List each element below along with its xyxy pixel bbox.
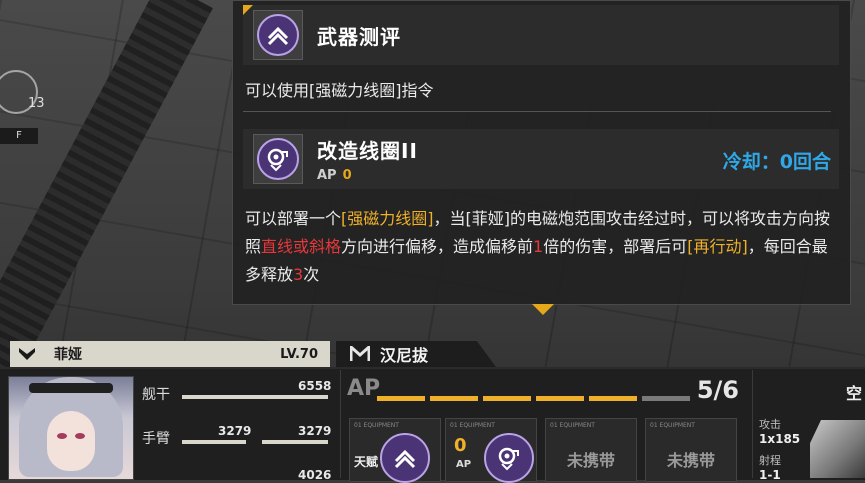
character-portrait[interactable] [8, 376, 134, 480]
slot-talent-label: 天赋 [354, 455, 379, 469]
desc-part: 可以部署一个 [245, 209, 342, 228]
desc-highlight-reaction: [再行动] [687, 237, 748, 256]
coil-target-icon [484, 433, 534, 483]
skill-header: 改造线圈II AP 0 冷却：0回合 [243, 129, 839, 189]
ap-segment [483, 396, 531, 401]
target-marker-tag: F [0, 128, 38, 144]
slot-ap-number: 0 [454, 435, 467, 456]
character-name: 菲娅 [54, 347, 82, 363]
weapon-review-description: 可以使用[强磁力线圈]指令 [245, 81, 434, 100]
stat-arm-bar-2 [262, 440, 328, 444]
stat-ship-label: 舰干 [142, 387, 170, 403]
stat-arm-value-2: 3279 [298, 424, 332, 438]
weapon-m-icon [350, 346, 370, 361]
map-target-marker[interactable]: 13 F [0, 66, 45, 146]
slot-ap-tag: AP [456, 459, 472, 470]
equipment-slot-3[interactable]: 01 EQUIPMENT 未携带 [545, 418, 637, 482]
stat-arm-label: 手臂 [142, 431, 170, 447]
corner-accent [243, 5, 253, 15]
skill-title-group: 改造线圈II AP 0 [317, 135, 418, 183]
slot-empty-label: 未携带 [666, 451, 715, 470]
range-value: 1-1 [759, 468, 781, 482]
weapon-name-bar[interactable]: 汉尼拔 [336, 341, 496, 367]
skill-ap-label: AP [317, 168, 337, 183]
ap-panel: AP 5/6 01 EQUIPMENT 天赋 01 EQUIPMENT 0 AP [340, 370, 747, 483]
ap-segment [377, 396, 425, 401]
portrait-eye [75, 433, 85, 439]
weapon-image [810, 420, 865, 478]
slot-tag: 01 EQUIPMENT [450, 422, 495, 429]
ap-segment-empty [642, 396, 690, 401]
desc-highlight-multiplier: 1 [533, 237, 544, 256]
weapon-name: 汉尼拔 [380, 346, 429, 365]
range-label: 射程 [759, 454, 781, 467]
desc-part: 倍的伤害，部署后可 [543, 237, 688, 256]
skill-icon-box [253, 134, 303, 184]
slot-tag: 01 EQUIPMENT [550, 422, 595, 429]
attack-label: 攻击 [759, 418, 781, 431]
stat-arm-value-1: 3279 [218, 424, 252, 438]
desc-highlight-direction: 直线或斜格 [261, 237, 342, 256]
portrait-face [47, 411, 95, 471]
desc-highlight-coil: [强磁力线圈] [341, 209, 434, 228]
desc-highlight-times: 3 [293, 265, 304, 284]
character-name-bar[interactable]: 菲娅 LV.70 [10, 341, 330, 367]
weapon-review-icon-box [253, 10, 303, 60]
skill-cooldown: 冷却：0回合 [722, 151, 831, 173]
stat-arm-bar-1 [182, 440, 246, 444]
ap-segment [536, 396, 584, 401]
ap-label: AP [347, 376, 381, 401]
target-marker-number: 13 [28, 96, 45, 111]
ap-count: 5/6 [696, 376, 739, 404]
faction-emblem-icon [10, 341, 44, 367]
skill-name: 改造线圈II [317, 139, 418, 163]
slot-empty-label: 未携带 [566, 451, 615, 470]
stat-ship-bar [182, 395, 328, 399]
coil-target-icon [257, 138, 299, 180]
slot-tag: 01 EQUIPMENT [650, 422, 695, 429]
equipment-slot-1[interactable]: 01 EQUIPMENT 天赋 [349, 418, 441, 483]
desc-part: 次 [303, 265, 320, 284]
chevron-up-icon [380, 433, 430, 483]
portrait-headband [29, 383, 113, 393]
stat-third-value: 4026 [298, 468, 332, 482]
panel-divider [243, 111, 831, 112]
equipment-slot-4[interactable]: 01 EQUIPMENT 未携带 [645, 418, 737, 482]
chevron-up-icon [257, 14, 299, 56]
character-level: LV.70 [280, 346, 318, 362]
skill-tooltip-panel: 武器测评 可以使用[强磁力线圈]指令 改造线圈II AP 0 冷却：0回合 可以部… [232, 0, 851, 305]
tooltip-pointer-icon [532, 304, 554, 315]
desc-part: 方向进行偏移，造成偏移前 [341, 237, 534, 256]
skill-ap-value: 0 [342, 168, 352, 183]
attack-value: 1x185 [759, 432, 801, 446]
portrait-eye [57, 433, 67, 439]
weapon-review-title: 武器测评 [317, 24, 401, 49]
weapon-review-header: 武器测评 [243, 5, 839, 65]
stat-ship-value: 6558 [298, 379, 332, 393]
skill-description: 可以部署一个[强磁力线圈]，当[菲娅]的电磁炮范围攻击经过时，可以将攻击方向按照… [245, 205, 841, 289]
skill-ap-cost: AP 0 [317, 168, 418, 183]
equipment-slot-2[interactable]: 01 EQUIPMENT 0 AP [445, 418, 537, 483]
ap-segment [430, 396, 478, 401]
weapon-info-top: 空 [845, 384, 862, 403]
slot-tag: 01 EQUIPMENT [354, 422, 399, 429]
ap-segment [589, 396, 637, 401]
